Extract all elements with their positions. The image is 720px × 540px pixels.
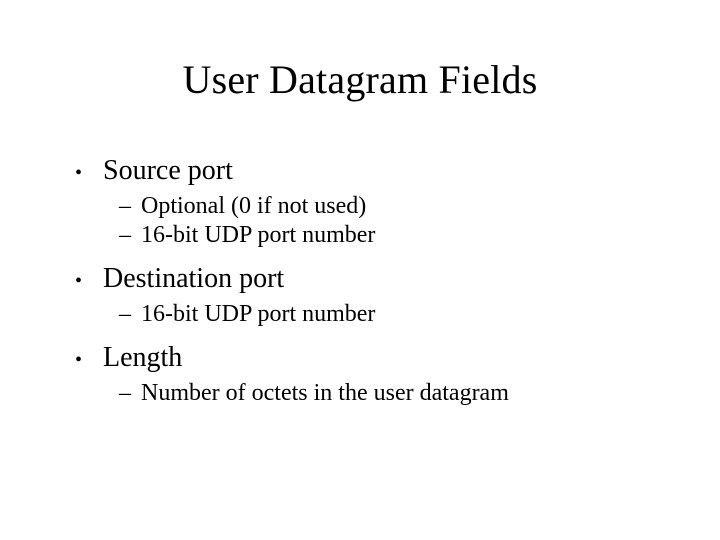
list-item: • Length: [75, 342, 660, 374]
bullet-icon: •: [75, 267, 103, 295]
slide-body: • Source port – Optional (0 if not used)…: [75, 155, 660, 409]
dash-icon: –: [119, 222, 141, 249]
dash-icon: –: [119, 193, 141, 220]
dash-icon: –: [119, 301, 141, 328]
list-item: • Source port: [75, 155, 660, 187]
slide-title: User Datagram Fields: [0, 56, 720, 103]
bullet-icon: •: [75, 346, 103, 374]
list-item: • Destination port: [75, 263, 660, 295]
sublist-item-label: Optional (0 if not used): [141, 193, 366, 220]
sublist-item-label: 16-bit UDP port number: [141, 222, 375, 249]
sublist-item: – Optional (0 if not used): [119, 193, 660, 220]
list-item-label: Source port: [103, 155, 233, 187]
list-item-label: Length: [103, 342, 182, 374]
bullet-icon: •: [75, 159, 103, 187]
sublist-item: – Number of octets in the user datagram: [119, 380, 660, 407]
dash-icon: –: [119, 380, 141, 407]
sublist-item-label: Number of octets in the user datagram: [141, 380, 509, 407]
sublist-item: – 16-bit UDP port number: [119, 301, 660, 328]
sublist-item: – 16-bit UDP port number: [119, 222, 660, 249]
list-item-label: Destination port: [103, 263, 284, 295]
slide: User Datagram Fields • Source port – Opt…: [0, 0, 720, 540]
sublist-item-label: 16-bit UDP port number: [141, 301, 375, 328]
